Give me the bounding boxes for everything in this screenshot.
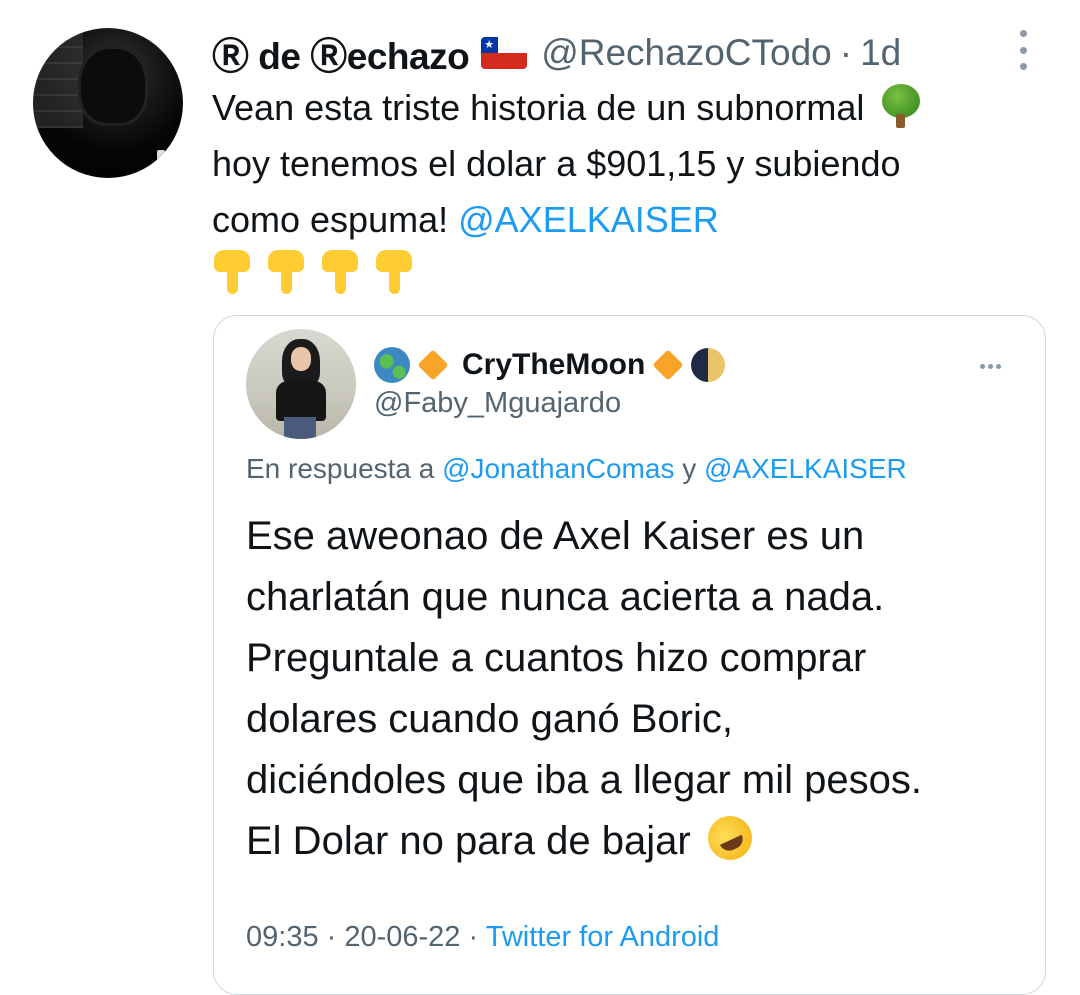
mention-link[interactable]: @AXELKAISER (458, 199, 719, 240)
author-handle[interactable]: @RechazoCTodo (541, 32, 832, 74)
quoted-author-display-name[interactable]: CryTheMoon (462, 348, 645, 382)
quoted-tweet-text: Ese aweonao de Axel Kaiser es un charlat… (246, 506, 1026, 872)
tweet-header: Ⓡ de Ⓡechazo @RechazoCTodo · 1d (212, 26, 901, 80)
avatar-face (291, 347, 311, 371)
orange-diamond-icon (652, 349, 684, 381)
tweet-text-line-2: hoy tenemos el dolar a $901,15 y subiend… (212, 143, 901, 184)
reply-mention-link[interactable]: @AXELKAISER (704, 453, 907, 484)
quoted-text-line: dolares cuando ganó Boric, (246, 697, 733, 741)
avatar-badge (157, 150, 165, 160)
avatar-figure (78, 46, 148, 126)
pointing-down-emojis (214, 250, 412, 294)
reply-context: En respuesta a @JonathanComas y @AXELKAI… (246, 453, 907, 485)
quoted-timestamp[interactable]: 09:35 · 20-06-22 (246, 921, 460, 953)
tweet-text-line-1: Vean esta triste historia de un subnorma… (212, 87, 865, 128)
more-options-icon[interactable] (1016, 30, 1030, 70)
footer-separator: · (468, 921, 479, 953)
quoted-text-line: charlatán que nunca acierta a nada. (246, 575, 885, 619)
author-avatar[interactable] (33, 28, 183, 178)
deciduous-tree-icon (880, 84, 921, 128)
quoted-author-handle[interactable]: @Faby_Mguajardo (374, 387, 621, 420)
quoted-text-line: diciéndoles que iba a llegar mil pesos. (246, 758, 922, 802)
pointing-down-icon (376, 250, 412, 294)
header-separator: · (839, 32, 853, 73)
quoted-text-line-last: El Dolar no para de bajar (246, 808, 1026, 872)
quoted-tweet-footer: 09:35 · 20-06-22 · Twitter for Android (246, 921, 719, 954)
source-link[interactable]: Twitter for Android (486, 921, 720, 953)
quoted-tweet-card[interactable]: CryTheMoon @Faby_Mguajardo En respuesta … (213, 315, 1046, 995)
avatar-background (33, 28, 83, 128)
globe-icon (374, 347, 410, 383)
quoted-text-line: El Dolar no para de bajar (246, 819, 691, 863)
tweet-text-line-3: como espuma! (212, 199, 449, 240)
moon-icon (691, 348, 726, 382)
pointing-down-icon (268, 250, 304, 294)
orange-diamond-icon (417, 349, 449, 381)
tweet-text: Vean esta triste historia de un subnorma… (212, 80, 1032, 248)
pointing-down-icon (322, 250, 358, 294)
quoted-more-icon[interactable] (980, 364, 1001, 369)
reply-conjunction: y (682, 453, 697, 484)
quoted-tweet-header: CryTheMoon (374, 343, 726, 387)
quoted-author-avatar[interactable] (246, 329, 356, 439)
author-display-name[interactable]: Ⓡ de Ⓡechazo (212, 26, 470, 80)
reply-prefix: En respuesta a (246, 453, 435, 484)
tweet-text-line: como espuma! @AXELKAISER (212, 192, 1032, 248)
avatar-legs (284, 417, 316, 439)
avatar-body (276, 381, 326, 421)
reply-mention-link[interactable]: @JonathanComas (442, 453, 674, 484)
chile-flag-icon (481, 37, 528, 69)
rofl-icon (700, 808, 760, 868)
tweet-text-line: Vean esta triste historia de un subnorma… (212, 80, 1032, 136)
quoted-text-line: Preguntale a cuantos hizo comprar (246, 636, 867, 680)
quoted-text-line: Ese aweonao de Axel Kaiser es un (246, 514, 865, 558)
tweet-time[interactable]: 1d (860, 32, 901, 74)
pointing-down-icon (214, 250, 250, 294)
